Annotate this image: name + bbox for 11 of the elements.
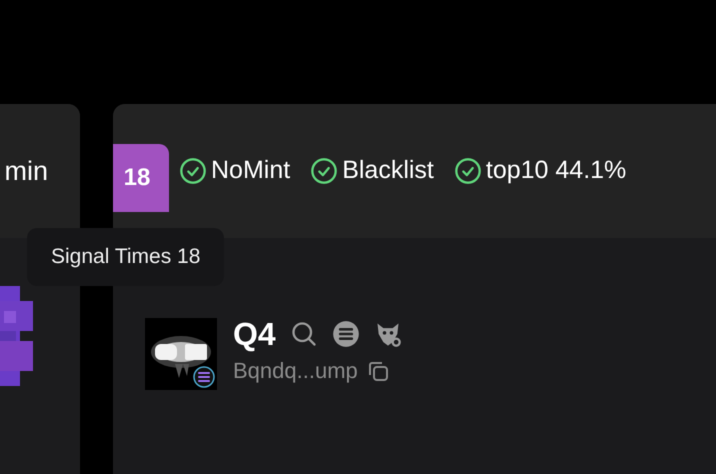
check-label: NoMint bbox=[211, 155, 290, 186]
chain-icon bbox=[193, 366, 215, 388]
coin-icon[interactable] bbox=[332, 320, 360, 348]
token-name: Q4 bbox=[233, 318, 276, 350]
token-address: Bqndq...ump bbox=[233, 357, 358, 385]
check-label: top10 44.1% bbox=[486, 155, 626, 186]
tooltip: Signal Times 18 bbox=[27, 228, 224, 286]
age-text: min bbox=[4, 154, 48, 188]
check-label: Blacklist bbox=[342, 155, 434, 186]
signal-badge[interactable]: 18 bbox=[113, 144, 169, 212]
search-icon[interactable] bbox=[290, 320, 318, 348]
